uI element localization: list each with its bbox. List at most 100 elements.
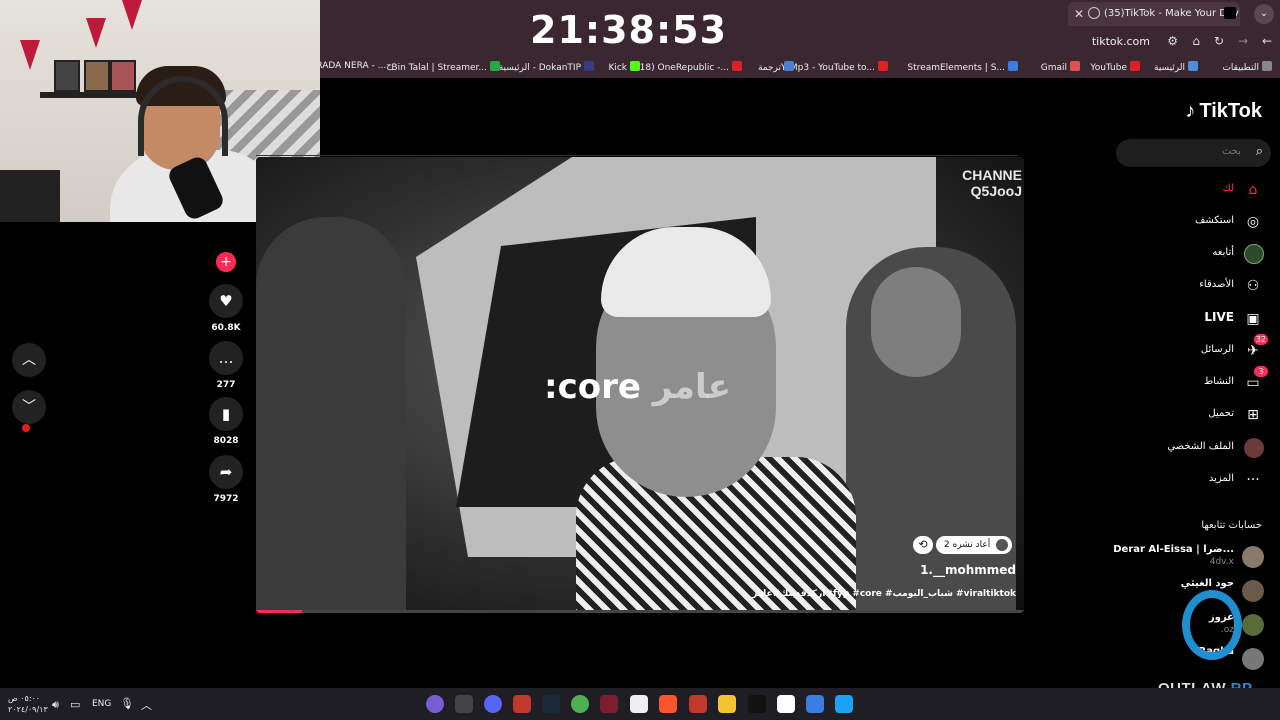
following-account[interactable]: Derar Al-Eissa | ضرا... 4dv.x — [1113, 544, 1264, 570]
headset — [138, 76, 228, 156]
language-indicator[interactable]: ENG — [92, 699, 111, 709]
tiktok-app-icon[interactable] — [748, 695, 766, 713]
stream-clock: 21:38:53 — [530, 8, 728, 52]
taskbar-clock[interactable]: ٠٥:٠٠ ص ٢٠٢٤/٠٩/١٣ — [8, 693, 48, 715]
nav-live[interactable]: LIVE ▣ — [1124, 307, 1264, 331]
video-progress-fill — [256, 610, 303, 613]
search-placeholder: بحث — [1221, 146, 1241, 157]
taskbar-app-icon[interactable] — [513, 695, 531, 713]
search-icon[interactable]: ⌕ — [1256, 144, 1263, 159]
reload-icon[interactable]: ↻ — [1214, 34, 1224, 48]
chair — [0, 170, 60, 222]
brave-icon[interactable] — [659, 695, 677, 713]
save-button[interactable]: ▮ 8028 — [209, 397, 243, 446]
cortana-icon[interactable] — [426, 695, 444, 713]
messages-badge: 32 — [1253, 334, 1268, 345]
video-person-left — [256, 217, 406, 613]
nav-following[interactable]: أتابعه — [1124, 242, 1264, 266]
volume-icon[interactable]: 🔊︎ — [52, 698, 59, 712]
activity-badge: 3 — [1254, 366, 1268, 377]
activity-icon: ▭ 3 — [1242, 366, 1268, 394]
back-arrow-icon[interactable]: ← — [1262, 34, 1272, 48]
bookmark-streamelements[interactable]: StreamElements | S... — [907, 61, 1018, 73]
browser-tab-tiktok[interactable]: ✕ (35)TikTok - Make Your Day — [1068, 2, 1240, 26]
bookmark-radanera[interactable]: RADA NERA - ...ج — [316, 61, 392, 71]
nav-activity[interactable]: النشاط ▭ 3 — [1124, 366, 1268, 395]
capcut-icon[interactable] — [777, 695, 795, 713]
video-description: اركدفديتك#عامر#fyp #core #شباب_البومب #v… — [751, 589, 1016, 599]
comment-icon: … — [209, 341, 243, 375]
wall-shelf — [40, 92, 140, 98]
like-button[interactable]: ♥ 60.8K — [209, 284, 243, 333]
video-progress-bar[interactable] — [256, 610, 1024, 613]
tiktok-note-icon: ♪ — [1185, 100, 1196, 122]
taskbar-app-icon[interactable] — [600, 695, 618, 713]
discord-icon[interactable] — [484, 695, 502, 713]
display-icon[interactable]: ▭ — [70, 698, 80, 711]
tiktok-logo[interactable]: ♪ TikTok — [1185, 100, 1262, 123]
next-video-button[interactable]: ﹀ — [12, 390, 46, 424]
watermark-logo-ring — [1182, 590, 1242, 660]
bookmark-icon: ▮ — [209, 397, 243, 431]
nav-profile[interactable]: الملف الشخصي — [1124, 436, 1264, 460]
home-button-icon[interactable]: ⌂ — [1192, 34, 1200, 48]
taskbar-app-icon[interactable] — [455, 695, 473, 713]
close-tab-icon[interactable]: ✕ — [1074, 7, 1084, 21]
nav-messages[interactable]: الرسائل ✈ 32 — [1124, 334, 1268, 363]
repost-label[interactable]: 2 أعاد نشره — [936, 536, 1013, 554]
search-input[interactable]: بحث ⌕ — [1116, 139, 1271, 167]
file-explorer-icon[interactable] — [718, 695, 736, 713]
messages-icon: ✈ 32 — [1247, 334, 1268, 359]
comment-button[interactable]: … 277 — [209, 341, 243, 390]
bookmark-dokantip[interactable]: الرئيسية - DokanTIP — [499, 61, 594, 73]
bookmark-youtube[interactable]: YouTube — [1090, 61, 1140, 73]
bookmark-ytmp3[interactable]: YtMp3 - YouTube to... — [781, 61, 888, 73]
windows-taskbar: ٠٥:٠٠ ص ٢٠٢٤/٠٩/١٣ 🔊︎ ▭ ENG 🎙︎ ︿ — [0, 688, 1280, 720]
bookmark-home[interactable]: الرئيسية — [1154, 61, 1198, 73]
tab-search-chevron-icon[interactable]: ⌄ — [1254, 4, 1274, 24]
nav-friends[interactable]: الأصدقاء ⚇ — [1124, 274, 1264, 298]
video-text-overlay: :core عامر — [544, 367, 731, 407]
bookmarks-bar: التطبيقات الرئيسية YouTube Gmail StreamE… — [316, 56, 1280, 78]
repost-icon[interactable]: ⟲ — [913, 536, 933, 554]
profile-avatar-icon — [1244, 438, 1264, 458]
bookmark-bintalal[interactable]: Bin Talal | Streamer... — [391, 61, 500, 73]
file-icon[interactable] — [630, 695, 648, 713]
nav-upload[interactable]: تحميل ⊞ — [1124, 403, 1264, 427]
following-avatar-icon — [1244, 244, 1264, 264]
taskbar-app-icon[interactable] — [689, 695, 707, 713]
chevron-down-icon: ﹀ — [22, 399, 36, 415]
steam-icon[interactable] — [542, 695, 560, 713]
video-author[interactable]: 1.__mohmmed — [920, 563, 1016, 577]
bookmark-gmail[interactable]: Gmail — [1041, 61, 1080, 73]
follow-plus-button[interactable]: + — [216, 252, 236, 272]
like-count: 60.8K — [211, 323, 241, 333]
windows-start-icon[interactable] — [835, 695, 853, 713]
microphone-icon[interactable]: 🎙︎ — [120, 697, 134, 710]
upload-icon: ⊞ — [1247, 407, 1259, 423]
outlaw-rp-watermark: OUTLAW RP — [1148, 590, 1278, 700]
video-player[interactable]: CHANNE Q5JooJ :core عامر 2 أعاد نشره ⟲ 1… — [256, 157, 1024, 613]
bookmark-onerepublic[interactable]: (18) OneRepublic -... — [636, 61, 742, 73]
forward-arrow-icon[interactable]: → — [1238, 34, 1248, 48]
previous-video-button[interactable]: ︿ — [12, 343, 46, 377]
nav-for-you[interactable]: لك ⌂ — [1124, 178, 1264, 202]
comment-count: 277 — [216, 380, 236, 390]
chrome-icon[interactable] — [571, 695, 589, 713]
share-button[interactable]: ➦ 7972 — [209, 455, 243, 504]
save-count: 8028 — [213, 436, 239, 446]
bookmark-translate[interactable]: ترجمة — [758, 61, 794, 73]
more-icon: ··· — [1246, 472, 1260, 488]
address-bar[interactable]: tiktok.com — [1092, 35, 1150, 48]
bookmark-kick[interactable]: Kick — [608, 61, 640, 73]
tiktok-favicon-icon — [1224, 7, 1236, 19]
video-person-right-face — [871, 267, 961, 377]
friends-icon: ⚇ — [1246, 278, 1260, 294]
bookmark-apps[interactable]: التطبيقات — [1222, 61, 1272, 73]
site-settings-icon[interactable]: ⚙ — [1167, 34, 1178, 48]
store-icon[interactable] — [806, 695, 824, 713]
nav-explore[interactable]: استكشف ◎ — [1124, 210, 1264, 234]
tray-chevron-icon[interactable]: ︿ — [141, 697, 152, 713]
nav-more[interactable]: المزيد ··· — [1124, 468, 1264, 492]
tab-favicon-icon — [1088, 7, 1100, 19]
